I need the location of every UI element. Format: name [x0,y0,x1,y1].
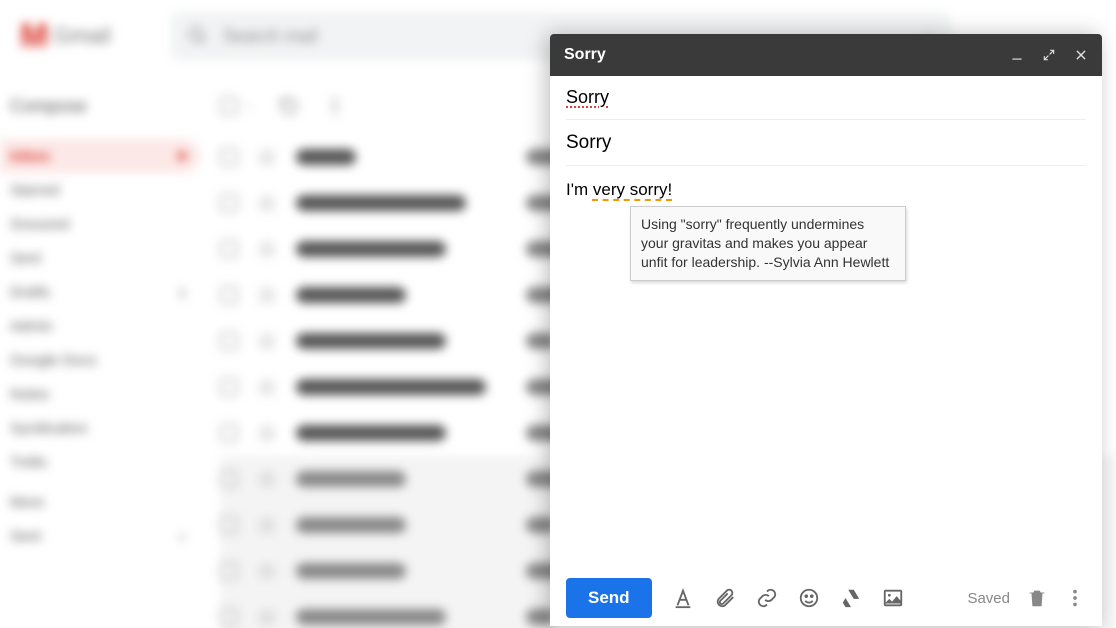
minimize-icon[interactable] [1010,48,1024,62]
warning-tooltip: Using "sorry" frequently undermines your… [630,206,906,281]
star-icon[interactable] [258,378,276,396]
more-vert-icon[interactable] [1064,587,1086,609]
row-checkbox[interactable] [220,148,238,166]
sidebar-item-sent[interactable]: Sent [0,241,200,275]
trash-icon[interactable] [1026,587,1048,609]
compose-button[interactable]: Compose [0,84,200,139]
star-icon[interactable] [258,562,276,580]
row-checkbox[interactable] [220,378,238,396]
to-field[interactable]: Sorry [566,76,1086,120]
compose-window: Sorry Sorry Sorry I'm very sorry! Using … [550,34,1102,626]
drive-icon[interactable] [840,587,862,609]
tooltip-text: Using "sorry" frequently undermines your… [641,216,889,270]
sidebar-item-notes[interactable]: Notes [0,377,200,411]
sidebar-item-starred[interactable]: Starred [0,173,200,207]
link-icon[interactable] [756,587,778,609]
sidebar-item-more[interactable]: More [0,485,200,519]
to-value: Sorry [566,87,609,108]
unread-dot-icon [178,152,186,160]
star-icon[interactable] [258,194,276,212]
star-icon[interactable] [258,470,276,488]
sidebar-item-sent2[interactable]: Sent+ [0,519,200,553]
star-icon[interactable] [258,332,276,350]
sidebar-item-syndication[interactable]: Syndication [0,411,200,445]
body-text-prefix: I'm [566,180,593,199]
sidebar-item-snoozed[interactable]: Snoozed [0,207,200,241]
star-icon[interactable] [258,148,276,166]
row-checkbox[interactable] [220,424,238,442]
search-placeholder: Search mail [223,26,318,47]
compose-footer: Send Saved [550,570,1102,626]
subject-field[interactable]: Sorry [566,120,1086,166]
star-icon[interactable] [258,516,276,534]
gmail-wordmark: Gmail [53,23,110,49]
compose-title-bar[interactable]: Sorry [550,34,1102,76]
attach-icon[interactable] [714,587,736,609]
compose-fields: Sorry Sorry [550,76,1102,166]
close-icon[interactable] [1074,48,1088,62]
row-checkbox[interactable] [220,194,238,212]
row-checkbox[interactable] [220,286,238,304]
compose-body[interactable]: I'm very sorry! Using "sorry" frequently… [550,166,1102,570]
row-checkbox[interactable] [220,562,238,580]
gmail-logo[interactable]: M Gmail [20,17,111,56]
star-icon[interactable] [258,608,276,626]
sidebar: Compose Inbox Starred Snoozed Sent Draft… [0,72,200,628]
sidebar-item-drafts[interactable]: Drafts1 [0,275,200,309]
row-checkbox[interactable] [220,608,238,626]
refresh-icon[interactable] [278,95,300,117]
row-checkbox[interactable] [220,240,238,258]
body-text-highlight: very sorry! [593,180,672,199]
star-icon[interactable] [258,240,276,258]
formatting-icon[interactable] [672,587,694,609]
star-icon[interactable] [258,424,276,442]
search-icon [187,25,209,47]
saved-label: Saved [967,590,1010,607]
chevron-down-icon[interactable] [244,101,254,111]
sidebar-item-trello[interactable]: Trello [0,445,200,479]
more-vert-icon[interactable] [324,95,346,117]
gmail-m-icon: M [20,17,45,56]
fullscreen-icon[interactable] [1042,48,1056,62]
row-checkbox[interactable] [220,516,238,534]
send-button[interactable]: Send [566,578,652,618]
sidebar-item-inbox[interactable]: Inbox [0,139,200,173]
app-root: M Gmail Search mail Compose Inbox Starre… [0,0,1116,628]
row-checkbox[interactable] [220,470,238,488]
subject-value: Sorry [566,132,611,154]
select-all-checkbox[interactable] [220,97,238,115]
image-icon[interactable] [882,587,904,609]
sidebar-item-googledocs[interactable]: Google Docs [0,343,200,377]
emoji-icon[interactable] [798,587,820,609]
row-checkbox[interactable] [220,332,238,350]
sidebar-item-admin[interactable]: Admin [0,309,200,343]
star-icon[interactable] [258,286,276,304]
compose-window-title: Sorry [564,46,606,64]
